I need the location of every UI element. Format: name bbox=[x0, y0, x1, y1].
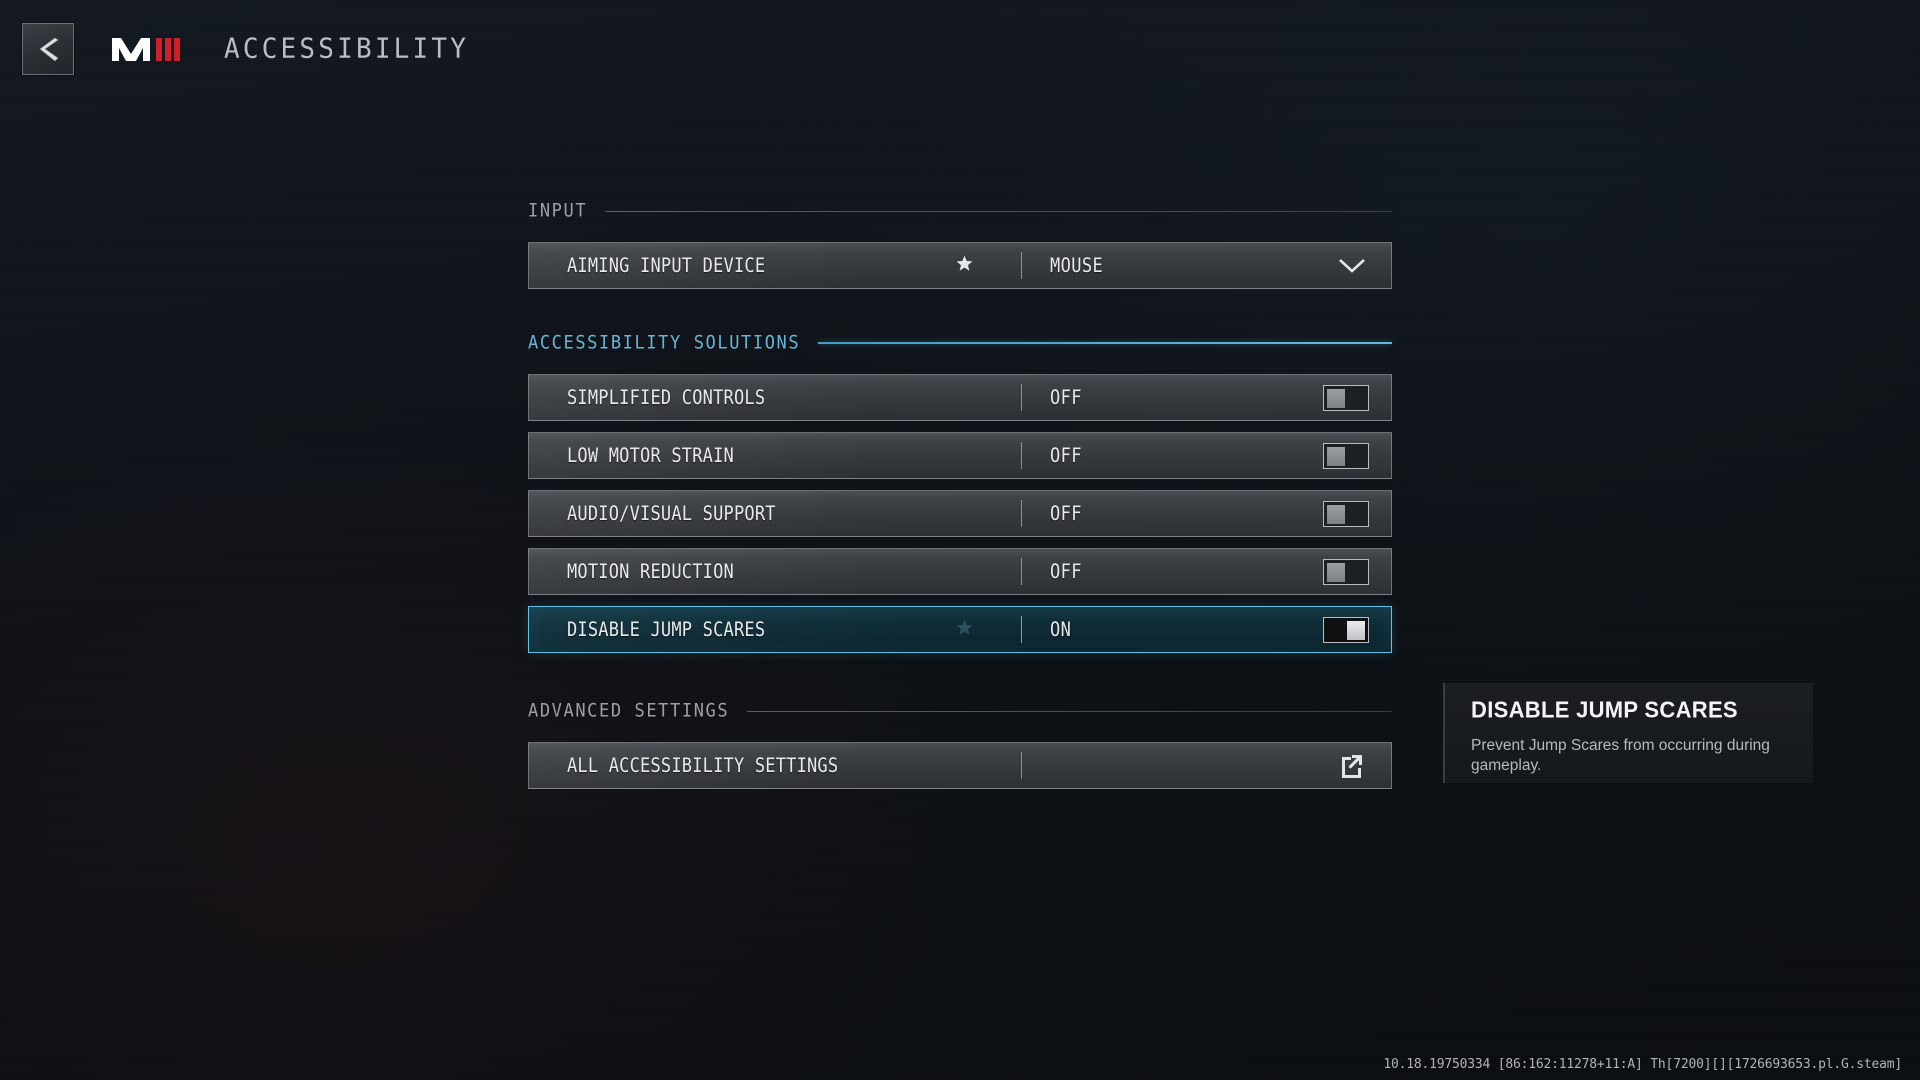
favorite-star-icon bbox=[956, 255, 973, 277]
setting-row-motion-reduction[interactable]: MOTION REDUCTION OFF bbox=[528, 548, 1392, 595]
toggle-switch[interactable] bbox=[1323, 616, 1369, 643]
mwiii-logo bbox=[112, 29, 196, 69]
back-button[interactable] bbox=[22, 23, 74, 75]
section-label: INPUT bbox=[528, 199, 588, 223]
setting-name-cell: ALL ACCESSIBILITY SETTINGS bbox=[529, 743, 1021, 788]
setting-value-cell: OFF bbox=[1022, 375, 1391, 420]
setting-value-cell: MOUSE bbox=[1022, 243, 1391, 288]
setting-value-cell: OFF bbox=[1022, 491, 1391, 536]
section-divider bbox=[747, 710, 1392, 712]
tooltip-title: DISABLE JUMP SCARES bbox=[1471, 696, 1738, 723]
setting-name-cell: AUDIO/VISUAL SUPPORT bbox=[529, 491, 1021, 536]
accessibility-settings-screen: ACCESSIBILITY INPUT AIMING INPUT DEVICE MO… bbox=[0, 0, 1920, 1080]
setting-value-cell: OFF bbox=[1022, 433, 1391, 478]
toggle-knob bbox=[1327, 388, 1345, 408]
setting-name-cell: MOTION REDUCTION bbox=[529, 549, 1021, 594]
setting-value: OFF bbox=[1050, 559, 1082, 584]
setting-name-cell: DISABLE JUMP SCARES bbox=[529, 607, 1021, 652]
toggle-switch[interactable] bbox=[1323, 558, 1369, 585]
setting-name-cell: AIMING INPUT DEVICE bbox=[529, 243, 1021, 288]
setting-label: DISABLE JUMP SCARES bbox=[567, 617, 766, 642]
setting-value: OFF bbox=[1050, 443, 1082, 468]
toggle-knob bbox=[1327, 446, 1345, 466]
setting-label: LOW MOTOR STRAIN bbox=[567, 443, 734, 468]
toggle-track[interactable] bbox=[1323, 442, 1369, 469]
external-link-icon[interactable] bbox=[1339, 754, 1363, 778]
section-divider bbox=[818, 342, 1392, 344]
setting-label: MOTION REDUCTION bbox=[567, 559, 734, 584]
toggle-track[interactable] bbox=[1323, 616, 1369, 643]
build-version-string: 10.18.19750334 [86:162:11278+11:A] Th[72… bbox=[1383, 1057, 1902, 1072]
toggle-switch[interactable] bbox=[1323, 442, 1369, 469]
page-header: ACCESSIBILITY bbox=[0, 0, 1920, 98]
setting-name-cell: SIMPLIFIED CONTROLS bbox=[529, 375, 1021, 420]
setting-value-cell: ON bbox=[1022, 607, 1391, 652]
section-header-accessibility-solutions: ACCESSIBILITY SOLUTIONS bbox=[528, 328, 1392, 358]
toggle-knob bbox=[1327, 562, 1345, 582]
setting-row-all-accessibility-settings[interactable]: ALL ACCESSIBILITY SETTINGS bbox=[528, 742, 1392, 789]
setting-value: OFF bbox=[1050, 385, 1082, 410]
setting-label: AUDIO/VISUAL SUPPORT bbox=[567, 501, 776, 526]
setting-label: AIMING INPUT DEVICE bbox=[567, 253, 766, 278]
toggle-knob bbox=[1327, 504, 1345, 524]
toggle-knob bbox=[1347, 620, 1365, 640]
section-label: ACCESSIBILITY SOLUTIONS bbox=[528, 331, 801, 355]
section-divider bbox=[605, 210, 1392, 212]
setting-row-disable-jump-scares[interactable]: DISABLE JUMP SCARES ON bbox=[528, 606, 1392, 653]
setting-value-cell: OFF bbox=[1022, 549, 1391, 594]
setting-name-cell: LOW MOTOR STRAIN bbox=[529, 433, 1021, 478]
toggle-track[interactable] bbox=[1323, 384, 1369, 411]
section-header-advanced-settings: ADVANCED SETTINGS bbox=[528, 696, 1392, 726]
toggle-track[interactable] bbox=[1323, 500, 1369, 527]
setting-row-audio-visual-support[interactable]: AUDIO/VISUAL SUPPORT OFF bbox=[528, 490, 1392, 537]
section-header-input: INPUT bbox=[528, 196, 1392, 226]
page-title: ACCESSIBILITY bbox=[224, 33, 470, 65]
section-label: ADVANCED SETTINGS bbox=[528, 699, 730, 723]
setting-label: ALL ACCESSIBILITY SETTINGS bbox=[567, 753, 839, 778]
setting-value-cell bbox=[1022, 743, 1391, 788]
setting-value: OFF bbox=[1050, 501, 1082, 526]
setting-row-low-motor-strain[interactable]: LOW MOTOR STRAIN OFF bbox=[528, 432, 1392, 479]
toggle-switch[interactable] bbox=[1323, 384, 1369, 411]
toggle-switch[interactable] bbox=[1323, 500, 1369, 527]
setting-value: MOUSE bbox=[1050, 253, 1104, 278]
setting-label: SIMPLIFIED CONTROLS bbox=[567, 385, 766, 410]
tooltip-panel: DISABLE JUMP SCARES Prevent Jump Scares … bbox=[1445, 683, 1813, 783]
favorite-star-icon bbox=[956, 619, 973, 641]
setting-row-simplified-controls[interactable]: SIMPLIFIED CONTROLS OFF bbox=[528, 374, 1392, 421]
toggle-track[interactable] bbox=[1323, 558, 1369, 585]
chevron-left-icon bbox=[37, 36, 59, 62]
setting-value: ON bbox=[1050, 617, 1072, 642]
tooltip-body: Prevent Jump Scares from occurring durin… bbox=[1471, 737, 1770, 774]
chevron-down-icon[interactable] bbox=[1339, 258, 1365, 274]
settings-panel: INPUT AIMING INPUT DEVICE MOUSE ACCESSIBILI… bbox=[528, 196, 1392, 800]
setting-row-aiming-input-device[interactable]: AIMING INPUT DEVICE MOUSE bbox=[528, 242, 1392, 289]
